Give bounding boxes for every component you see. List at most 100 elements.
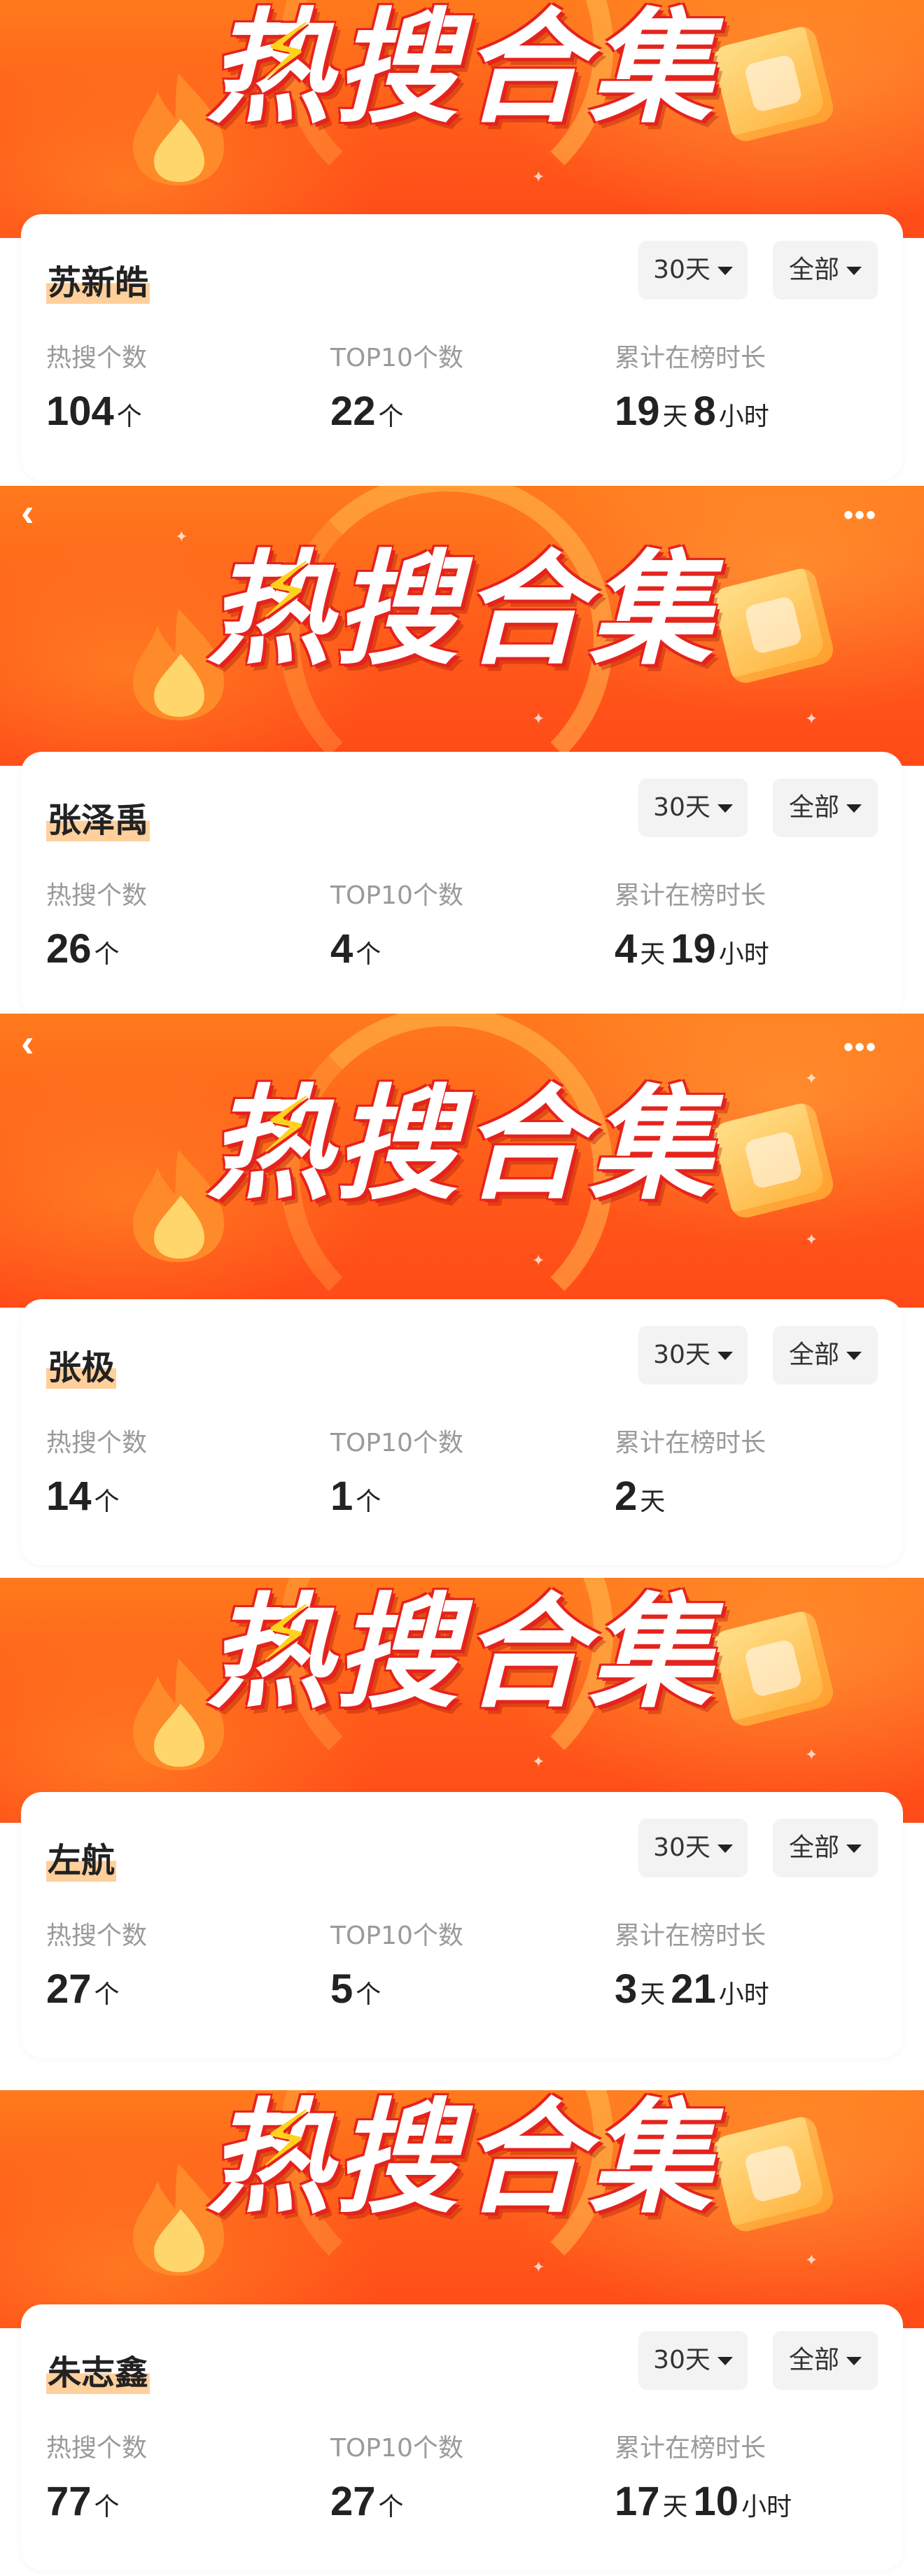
- top10-count-value: 5: [330, 1966, 354, 2012]
- days-value: 4: [615, 926, 638, 972]
- count-unit: 个: [356, 1980, 382, 2009]
- top10-count-label: TOP10个数: [330, 1429, 463, 1457]
- caret-down-icon: [846, 1844, 862, 1853]
- count-unit: 个: [94, 2493, 120, 2521]
- caret-down-icon: [717, 1352, 733, 1360]
- more-options-icon[interactable]: •••: [844, 501, 877, 529]
- top10-count-value: 4: [330, 926, 354, 972]
- days-filter-label: 30天: [653, 793, 710, 822]
- scope-filter-label: 全部: [788, 255, 839, 284]
- banner: ✦ ✦ 热搜合集 ⚡: [0, 0, 924, 238]
- top10-count-label: TOP10个数: [330, 344, 463, 372]
- day-unit: 天: [662, 2493, 688, 2521]
- banner: ✦ ✦ ✦ ‹ ••• 热搜合集 ⚡: [0, 486, 924, 766]
- hot-search-section-1: ✦ ✦ 热搜合集 ⚡ 苏新皓 30天 全部 热搜个数 104 个 TOP10个数 …: [0, 0, 924, 486]
- sparkle-icon: ✦: [532, 168, 545, 186]
- banner: ✦ ✦ 热搜合集 ⚡: [0, 2090, 924, 2328]
- sparkle-icon: ✦: [805, 1231, 818, 1248]
- top10-count-label: TOP10个数: [330, 2434, 463, 2463]
- hot-count-stat: 热搜个数 104 个: [46, 337, 148, 435]
- hot-count-label: 热搜个数: [46, 1921, 148, 1950]
- hot-count-value: 26: [46, 926, 92, 972]
- stats-card: 朱志鑫 30天 全部 热搜个数 77 个 TOP10个数 27 个 累计在榜时长 1…: [21, 2304, 903, 2570]
- banner: ✦ ✦ ✦ ‹ ••• 热搜合集 ⚡: [0, 1014, 924, 1308]
- sparkle-icon: ✦: [532, 710, 545, 727]
- caret-down-icon: [717, 267, 733, 275]
- caret-down-icon: [717, 804, 733, 813]
- banner-title: 热搜合集: [206, 1073, 717, 1217]
- banner-title: 热搜合集: [206, 0, 717, 140]
- top10-count-value: 27: [330, 2479, 376, 2524]
- top10-count-stat: TOP10个数 5个: [330, 1915, 463, 2012]
- caret-down-icon: [717, 1844, 733, 1853]
- days-filter-label: 30天: [653, 1340, 710, 1369]
- scope-filter-label: 全部: [788, 2346, 839, 2374]
- days-filter-dropdown[interactable]: 30天: [638, 778, 748, 837]
- top10-count-label: TOP10个数: [330, 1921, 463, 1950]
- lightning-bolt-icon: ⚡: [259, 1591, 314, 1677]
- hours-value: 8: [693, 388, 716, 434]
- day-unit: 天: [640, 940, 666, 969]
- back-arrow-icon[interactable]: ‹: [21, 493, 34, 532]
- scope-filter-dropdown[interactable]: 全部: [773, 241, 878, 300]
- lightning-bolt-icon: ⚡: [259, 1083, 314, 1169]
- count-unit: 个: [378, 2493, 404, 2521]
- hot-count-stat: 热搜个数 77 个: [46, 2428, 147, 2525]
- scope-filter-dropdown[interactable]: 全部: [773, 778, 878, 837]
- scope-filter-dropdown[interactable]: 全部: [773, 1326, 878, 1385]
- days-filter-dropdown[interactable]: 30天: [638, 1326, 748, 1385]
- stats-card: 苏新皓 30天 全部 热搜个数 104 个 TOP10个数 22 个 累计在榜时长 …: [21, 214, 903, 480]
- hot-search-section-3: ✦ ✦ ✦ ‹ ••• 热搜合集 ⚡ 张极 30天 全部 热搜个数 14 个 TO…: [0, 1014, 924, 1578]
- days-value: 3: [615, 1966, 638, 2012]
- count-unit: 个: [356, 940, 382, 969]
- days-filter-dropdown[interactable]: 30天: [638, 241, 748, 300]
- top10-count-stat: TOP10个数 4个: [330, 875, 463, 972]
- scope-filter-dropdown[interactable]: 全部: [773, 1819, 878, 1877]
- hot-count-value: 77: [46, 2479, 92, 2524]
- hot-count-label: 热搜个数: [46, 1429, 148, 1457]
- count-unit: 个: [378, 402, 404, 431]
- sparkle-icon: ✦: [805, 710, 818, 727]
- hot-count-label: 热搜个数: [46, 344, 148, 372]
- banner-title: 热搜合集: [206, 1581, 717, 1725]
- back-arrow-icon[interactable]: ‹: [21, 1023, 34, 1063]
- total-time-label: 累计在榜时长: [615, 1429, 766, 1457]
- hot-count-label: 热搜个数: [46, 2434, 148, 2463]
- hot-count-stat: 热搜个数 14 个: [46, 1422, 147, 1520]
- person-name: 张极: [46, 1340, 117, 1389]
- hot-count-value: 27: [46, 1966, 92, 2012]
- sparkle-icon: ✦: [805, 1746, 818, 1763]
- hot-search-section-5: ✦ ✦ 热搜合集 ⚡ 朱志鑫 30天 全部 热搜个数 77 个 TOP10个数 2…: [0, 2090, 924, 2576]
- total-time-stat: 累计在榜时长 2天: [615, 1422, 766, 1520]
- total-time-stat: 累计在榜时长 17 天 10 小时: [615, 2428, 797, 2525]
- hour-unit: 小时: [718, 1980, 769, 2009]
- days-filter-dropdown[interactable]: 30天: [638, 1819, 748, 1877]
- hot-search-section-2: ✦ ✦ ✦ ‹ ••• 热搜合集 ⚡ 张泽禹 30天 全部 热搜个数 26 个 T…: [0, 486, 924, 1014]
- top10-count-stat: TOP10个数 1个: [330, 1422, 463, 1520]
- banner-title: 热搜合集: [206, 2090, 717, 2230]
- hot-count-label: 热搜个数: [46, 881, 148, 910]
- hot-search-section-4: ✦ ✦ 热搜合集 ⚡ 左航 30天 全部 热搜个数 27 个 TOP10个数 5个…: [0, 1578, 924, 2090]
- count-unit: 个: [94, 940, 120, 969]
- lightning-bolt-icon: ⚡: [259, 2096, 314, 2183]
- days-value: 2: [615, 1474, 638, 1519]
- scope-filter-dropdown[interactable]: 全部: [773, 2331, 878, 2390]
- scope-filter-label: 全部: [788, 1340, 839, 1369]
- caret-down-icon: [846, 267, 862, 275]
- hot-count-value: 14: [46, 1474, 92, 1519]
- days-value: 19: [615, 388, 660, 434]
- sparkle-icon: ✦: [175, 528, 188, 545]
- caret-down-icon: [717, 2357, 733, 2365]
- days-filter-label: 30天: [653, 255, 710, 284]
- hot-count-stat: 热搜个数 27 个: [46, 1915, 147, 2012]
- sparkle-icon: ✦: [532, 1753, 545, 1770]
- more-options-icon[interactable]: •••: [844, 1033, 877, 1061]
- days-filter-label: 30天: [653, 1833, 710, 1862]
- sparkle-icon: ✦: [532, 2258, 545, 2276]
- days-filter-label: 30天: [653, 2346, 710, 2374]
- days-filter-dropdown[interactable]: 30天: [638, 2331, 748, 2390]
- person-name: 张泽禹: [46, 792, 150, 841]
- sparkle-icon: ✦: [805, 2251, 818, 2269]
- days-value: 17: [615, 2479, 660, 2524]
- top10-count-value: 1: [330, 1474, 354, 1519]
